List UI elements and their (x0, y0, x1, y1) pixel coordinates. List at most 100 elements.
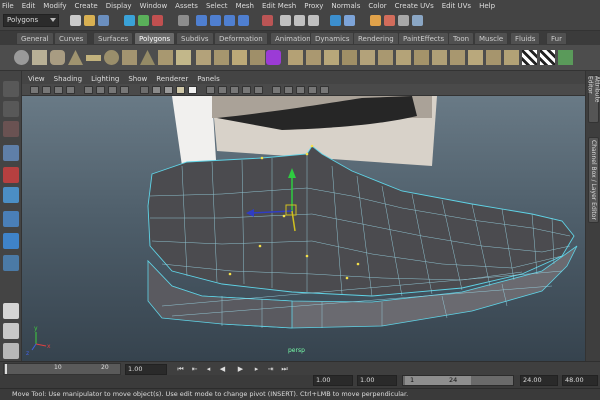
shadows-icon[interactable] (206, 86, 215, 94)
anti-aliasing-icon[interactable] (308, 86, 317, 94)
bevel-icon[interactable] (396, 50, 411, 65)
channel-box-toggle-icon[interactable] (398, 15, 409, 26)
extract-icon[interactable] (486, 50, 501, 65)
smooth-icon[interactable] (232, 50, 247, 65)
step-back-frame-icon[interactable]: ◂ (204, 365, 213, 373)
insert-edge-loop-icon[interactable] (378, 50, 393, 65)
layout-four-pane-icon[interactable] (3, 323, 19, 339)
current-time-marker[interactable] (5, 364, 7, 374)
shelf-tab-surfaces[interactable]: Surfaces (93, 32, 134, 45)
shelf-tab-rendering[interactable]: Rendering (353, 32, 399, 45)
layout-outliner-icon[interactable] (3, 343, 19, 359)
snap-plane-icon[interactable] (238, 15, 249, 26)
shelf-tab-animation[interactable]: Animation (270, 32, 316, 45)
panel-menu-panels[interactable]: Panels (197, 75, 220, 83)
boolean-icon[interactable] (250, 50, 265, 65)
step-forward-key-icon[interactable]: ⇥ (266, 365, 275, 373)
playback-end-time-field[interactable]: 24.00 (520, 375, 558, 386)
menu-create-uvs[interactable]: Create UVs (395, 2, 434, 10)
attribute-editor-toggle-icon[interactable] (370, 15, 381, 26)
camera-select-icon[interactable] (30, 86, 39, 94)
attribute-editor-tab[interactable]: Attribute Editor (587, 75, 600, 123)
select-component-icon[interactable] (152, 15, 163, 26)
move-tool-icon[interactable] (3, 145, 19, 161)
shelf-tab-toon[interactable]: Toon (448, 32, 475, 45)
xray-icon[interactable] (230, 86, 239, 94)
extrude-icon[interactable] (288, 50, 303, 65)
poly-plane-icon[interactable] (86, 55, 101, 61)
reduce-icon[interactable] (266, 50, 281, 65)
merge-icon[interactable] (342, 50, 357, 65)
playback-start-time-field[interactable]: 1.00 (357, 375, 397, 386)
playback-range-handle[interactable] (405, 376, 471, 385)
separate-icon[interactable] (214, 50, 229, 65)
tool-settings-toggle-icon[interactable] (384, 15, 395, 26)
bridge-icon[interactable] (306, 50, 321, 65)
gate-mask-icon[interactable] (120, 86, 129, 94)
poke-icon[interactable] (432, 50, 447, 65)
menu-display[interactable]: Display (106, 2, 132, 10)
wireframe-on-shaded-icon[interactable] (164, 86, 173, 94)
panel-menu-show[interactable]: Show (128, 75, 147, 83)
shelf-tab-subdivs[interactable]: Subdivs (176, 32, 214, 45)
shelf-tab-curves[interactable]: Curves (54, 32, 89, 45)
poly-pyramid-icon[interactable] (140, 50, 155, 65)
play-forwards-icon[interactable]: ▶ (236, 365, 245, 373)
layout-single-pane-icon[interactable] (3, 303, 19, 319)
uv-editor-icon[interactable] (558, 50, 573, 65)
menu-color[interactable]: Color (368, 2, 386, 10)
channel-box-tab[interactable]: Channel Box / Layer Editor (588, 137, 599, 223)
menu-assets[interactable]: Assets (175, 2, 198, 10)
snap-point-icon[interactable] (224, 15, 235, 26)
current-time-field[interactable]: 1.00 (125, 364, 167, 375)
wedge-icon[interactable] (450, 50, 465, 65)
menu-set-dropdown[interactable]: Polygons (3, 14, 59, 27)
smooth-shade-icon[interactable] (152, 86, 161, 94)
step-forward-frame-icon[interactable]: ▸ (252, 365, 261, 373)
snap-curve-icon[interactable] (210, 15, 221, 26)
paint-select-tool-icon[interactable] (3, 121, 19, 137)
duplicate-face-icon[interactable] (468, 50, 483, 65)
scale-tool-icon[interactable] (3, 187, 19, 203)
textured-icon[interactable] (176, 86, 185, 94)
render-settings-icon[interactable] (308, 15, 319, 26)
open-scene-icon[interactable] (84, 15, 95, 26)
grid-toggle-icon[interactable] (84, 86, 93, 94)
history-icon[interactable] (262, 15, 273, 26)
wireframe-icon[interactable] (140, 86, 149, 94)
menu-edit-mesh[interactable]: Edit Mesh (262, 2, 296, 10)
combine-icon[interactable] (196, 50, 211, 65)
lasso-tool-icon[interactable] (3, 101, 19, 117)
camera-attributes-icon[interactable] (42, 86, 51, 94)
new-scene-icon[interactable] (70, 15, 81, 26)
menu-edit-uvs[interactable]: Edit UVs (442, 2, 471, 10)
universal-manipulator-icon[interactable] (3, 211, 19, 227)
mask-icon[interactable] (178, 15, 189, 26)
poly-cube-icon[interactable] (32, 50, 47, 65)
depth-of-field-icon[interactable] (320, 86, 329, 94)
shelf-tab-polygons[interactable]: Polygons (134, 32, 176, 45)
shelf-tab-dynamics[interactable]: Dynamics (310, 32, 355, 45)
animation-end-time-field[interactable]: 48.00 (562, 375, 598, 386)
shelf-tab-general[interactable]: General (16, 32, 54, 45)
select-tool-icon[interactable] (3, 81, 19, 97)
high-quality-icon[interactable] (272, 86, 281, 94)
input-line-icon[interactable] (330, 15, 341, 26)
poly-cone-icon[interactable] (68, 50, 83, 65)
chamfer-icon[interactable] (414, 50, 429, 65)
shelf-tab-fur[interactable]: Fur (546, 32, 567, 45)
timeline-track[interactable]: 10 20 (3, 363, 121, 375)
xray-joints-icon[interactable] (242, 86, 251, 94)
isolate-select-icon[interactable] (218, 86, 227, 94)
panel-menu-lighting[interactable]: Lighting (91, 75, 119, 83)
append-polygon-icon[interactable] (324, 50, 339, 65)
step-back-key-icon[interactable]: ⇤ (190, 365, 199, 373)
menu-modify[interactable]: Modify (43, 2, 66, 10)
menu-select[interactable]: Select (206, 2, 228, 10)
image-plane-icon[interactable] (66, 86, 75, 94)
render-frame-icon[interactable] (280, 15, 291, 26)
poly-sphere-icon[interactable] (14, 50, 29, 65)
uv-checker-icon[interactable] (522, 50, 537, 65)
menu-normals[interactable]: Normals (331, 2, 360, 10)
snap-grid-icon[interactable] (196, 15, 207, 26)
